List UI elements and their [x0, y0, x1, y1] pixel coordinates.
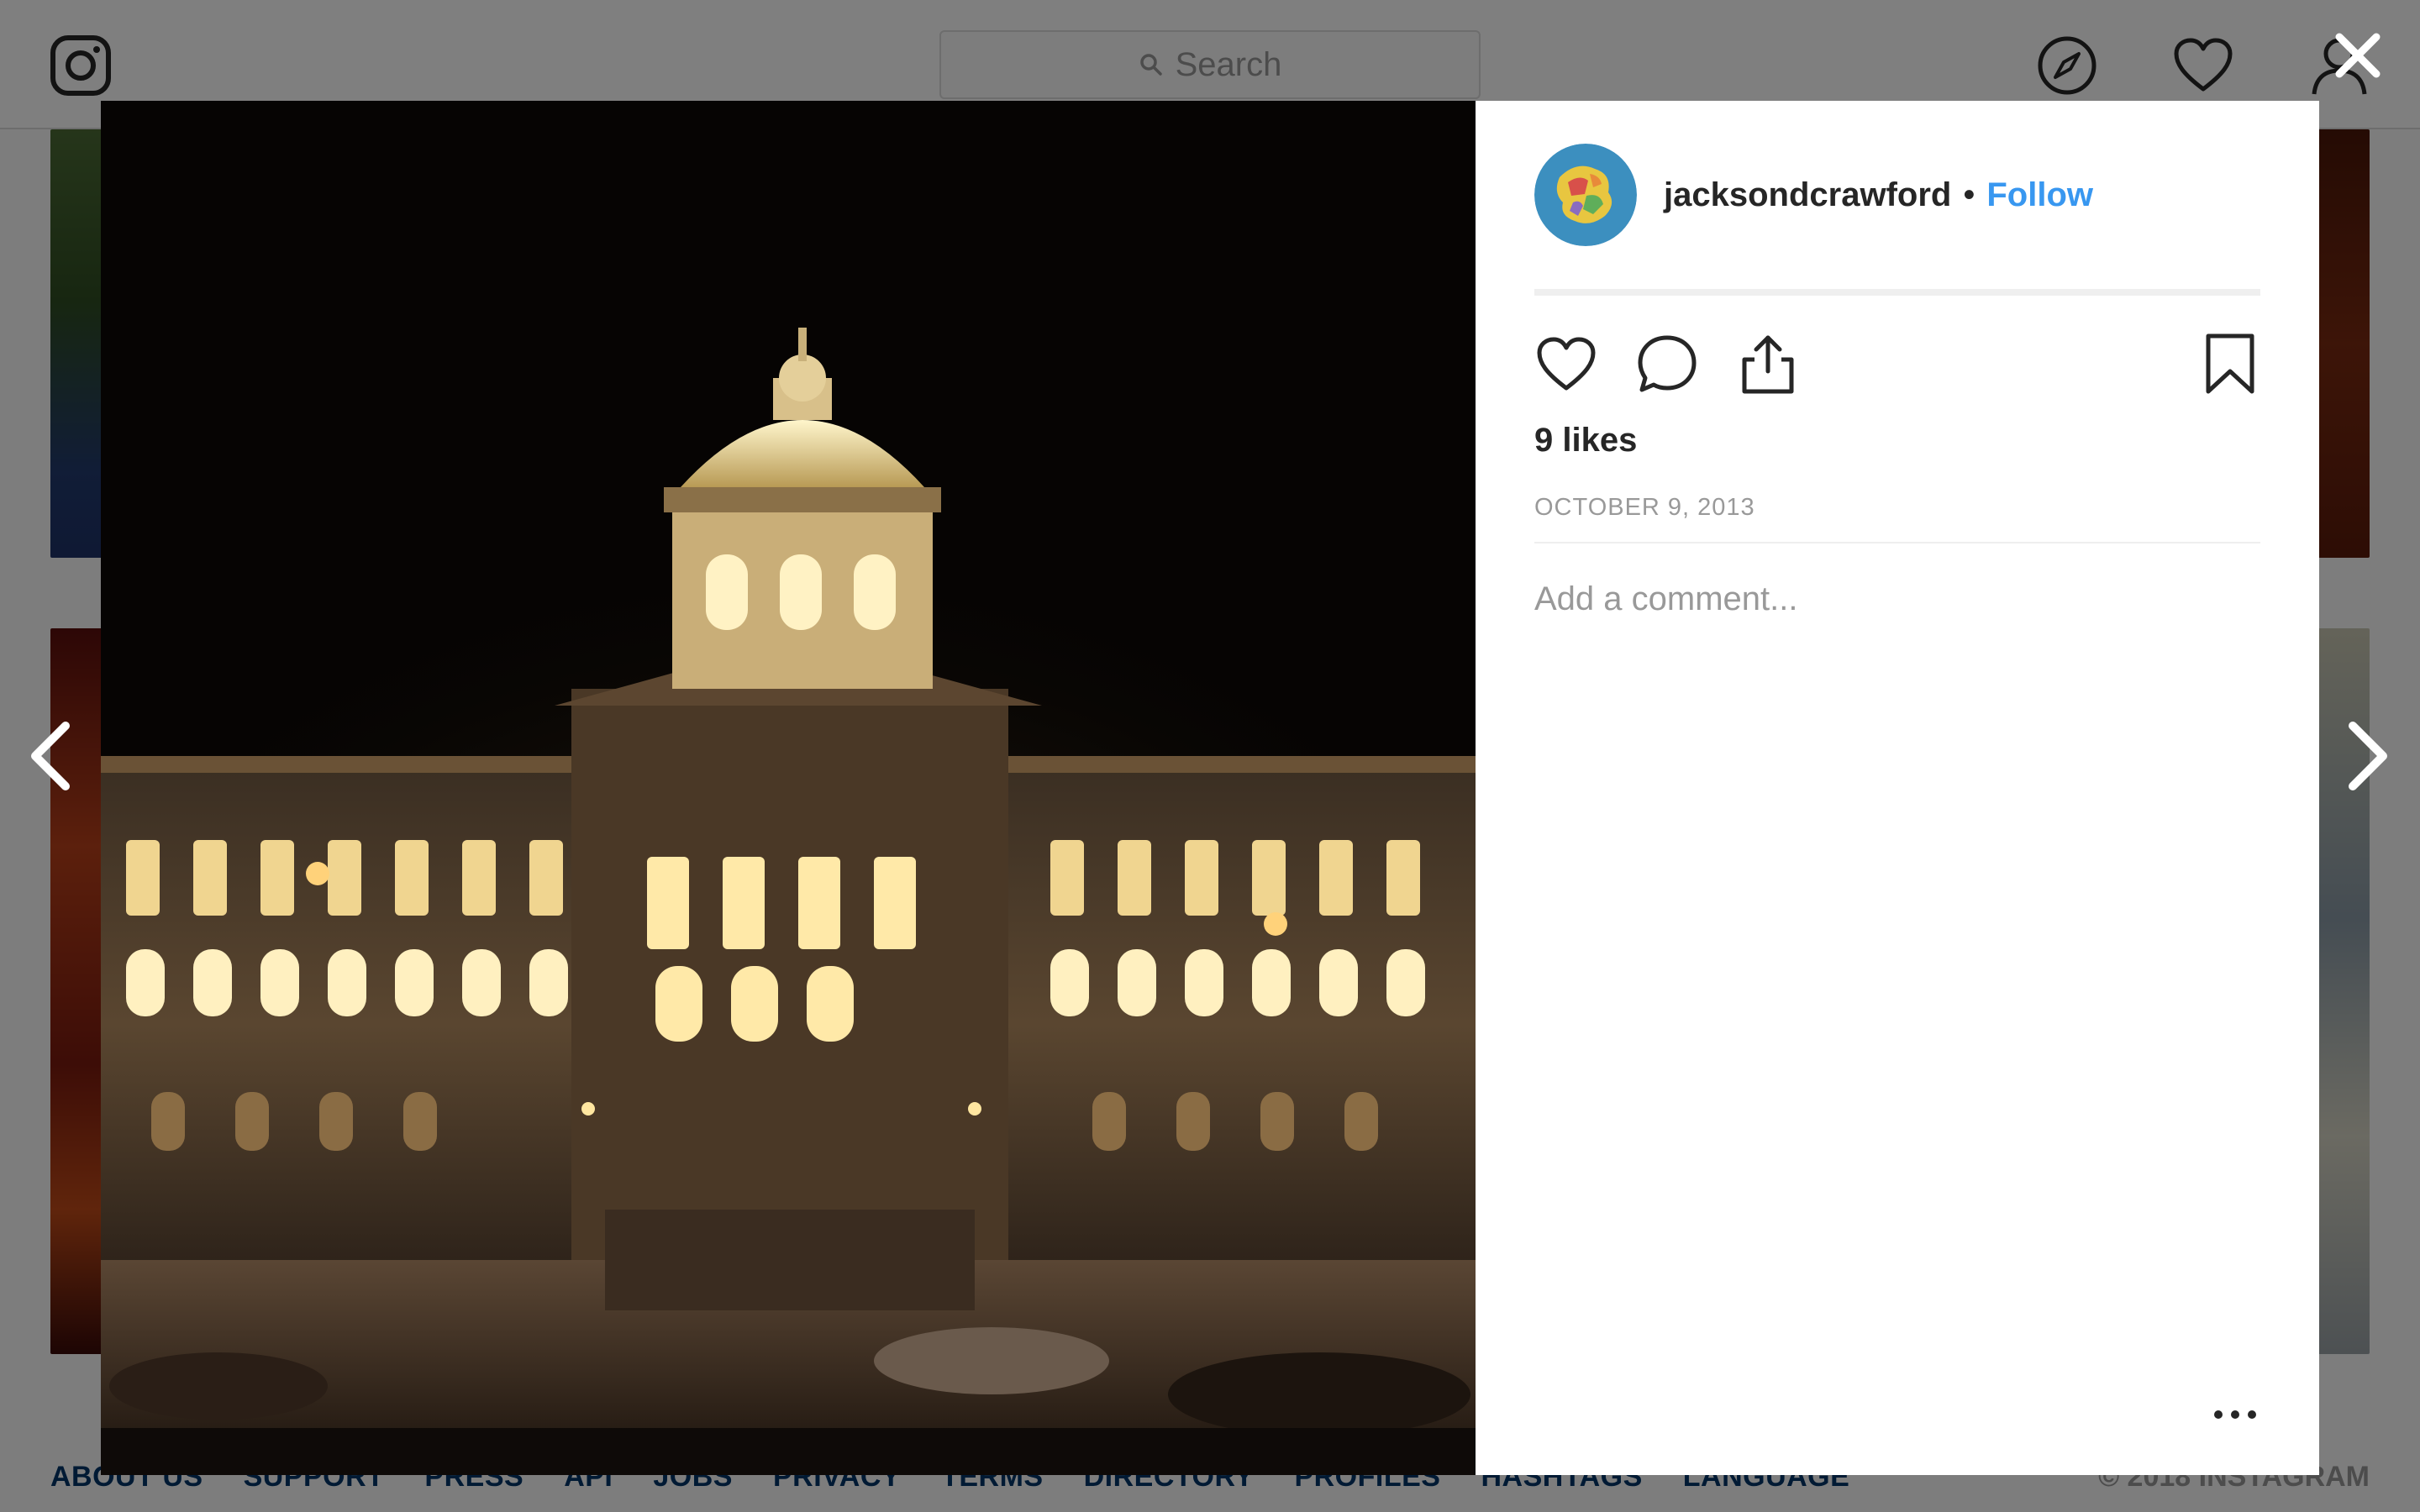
like-count[interactable]: 9 likes: [1534, 422, 2260, 472]
close-icon[interactable]: [2333, 30, 2383, 81]
like-heart-icon[interactable]: [1534, 333, 1598, 396]
follow-button[interactable]: Follow: [1986, 176, 2093, 214]
instagram-page: Search About us Support Press: [0, 0, 2420, 1512]
post-photo[interactable]: [101, 101, 1476, 1475]
bookmark-icon[interactable]: [2198, 333, 2262, 396]
share-icon[interactable]: [1736, 333, 1800, 396]
comment-bubble-icon[interactable]: [1635, 333, 1699, 396]
action-bar: [1534, 296, 2260, 422]
avatar[interactable]: [1534, 144, 1637, 246]
next-post-arrow-icon[interactable]: [2344, 719, 2391, 793]
more-options-icon[interactable]: [2210, 1404, 2260, 1425]
comment-input[interactable]: [1534, 580, 2260, 618]
post-header: jacksondcrawford • Follow: [1534, 101, 2260, 296]
museum-night-photo: [101, 101, 1476, 1475]
separator-dot: •: [1963, 176, 1975, 213]
post-details-panel: jacksondcrawford • Follow 9 likes OCTOBE…: [1476, 101, 2319, 1475]
username-link[interactable]: jacksondcrawford: [1664, 176, 1951, 214]
previous-post-arrow-icon[interactable]: [27, 719, 74, 793]
post-date: October 9, 2013: [1534, 472, 2260, 543]
post-modal: jacksondcrawford • Follow 9 likes OCTOBE…: [101, 101, 2319, 1475]
